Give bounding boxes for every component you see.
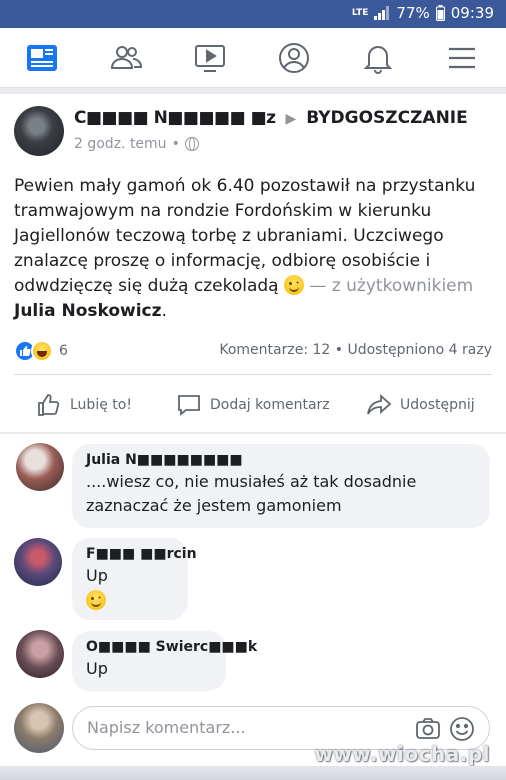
notifications-bell-icon [363,46,393,74]
post-stats[interactable]: Komentarze: 12 • Udostępniono 4 razy [219,342,492,358]
author-name[interactable]: C■■■■ N■■■■■ ■z [74,108,276,128]
comment-bubble: F■■■ ■■rcin Up [72,538,197,620]
post-body: Pewien mały gamoń ok 6.40 pozostawił na … [14,174,494,324]
comment-text: Up [86,566,108,585]
watch-icon [195,45,225,72]
comment-bubble: O■■■■ Swierc■■■k Up [72,631,257,691]
thumbs-up-icon [38,394,60,416]
comment-input[interactable] [87,718,387,737]
feed-divider [0,88,506,94]
globe-icon [184,137,199,151]
comment-bubble: Julia N■■■■■■■■ ....wiesz co, nie musiał… [72,444,490,528]
meta-separator: • [171,136,180,152]
status-bar: LTE 77% 09:39 [0,0,506,28]
comment-button[interactable]: Dodaj komentarz [176,392,330,418]
battery-icon [435,5,445,21]
commenter-avatar[interactable] [14,538,62,586]
nav-notifications[interactable] [360,40,396,76]
tagged-user[interactable]: Julia Noskowicz [14,301,162,321]
commenter-avatar[interactable] [16,630,64,678]
news-feed-icon [27,45,57,71]
top-navigation [0,28,506,88]
friends-icon [110,46,143,69]
post-actions: Lubię to! Dodaj komentarz Udostępnij [0,386,506,426]
reaction-count: 6 [59,343,68,359]
nav-friends[interactable] [108,40,144,76]
nav-menu[interactable] [444,40,480,76]
battery-level: 77% [396,4,430,22]
comment-label: Dodaj komentarz [210,397,330,413]
signal-icon [374,6,390,20]
clock: 09:39 [450,4,494,22]
smiley-icon[interactable] [449,716,475,742]
wink-emoji-icon [284,275,305,295]
site-watermark: www.wiocha.pl [314,742,490,766]
arrow-right-icon: ▶ [285,111,297,127]
nav-watch[interactable] [192,40,228,76]
tagged-suffix: . [161,301,167,321]
commenter-name[interactable]: O■■■■ Swierc■■■k [86,639,257,655]
camera-icon[interactable] [415,717,441,741]
group-name[interactable]: BYDGOSZCZANIE [306,108,468,128]
separator-line [14,374,492,375]
post-author-line: C■■■■ N■■■■■ ■z ▶ BYDGOSZCZANIE [74,108,468,128]
bottom-strip [0,766,506,780]
like-label: Lubię to! [70,397,132,413]
reactions-summary[interactable]: 6 [14,340,68,362]
nav-profile[interactable] [276,40,312,76]
commenter-avatar[interactable] [16,443,64,491]
commenter-name[interactable]: F■■■ ■■rcin [86,546,197,562]
comment-bubble-icon [178,395,200,416]
commenter-name[interactable]: Julia N■■■■■■■■ [86,452,476,468]
with-label: — z użytkownikiem [309,276,474,296]
network-type: LTE [351,7,369,18]
actions-divider [0,432,506,434]
comment-text: Up [86,659,108,678]
post-time[interactable]: 2 godz. temu [74,136,167,152]
profile-icon [279,43,309,73]
like-button[interactable]: Lubię to! [36,392,132,418]
wink-emoji-icon [86,590,106,610]
nav-news-feed[interactable] [24,40,60,76]
my-avatar[interactable] [14,703,64,753]
menu-hamburger-icon [449,47,475,69]
share-label: Udostępnij [400,397,475,413]
haha-reaction-icon [31,340,53,362]
share-button[interactable]: Udostępnij [366,392,475,418]
share-arrow-icon [367,393,392,415]
comment-text: ....wiesz co, nie musiałeś aż tak dosadn… [86,472,417,515]
author-avatar[interactable] [14,106,64,156]
post-meta: 2 godz. temu • [74,136,199,152]
